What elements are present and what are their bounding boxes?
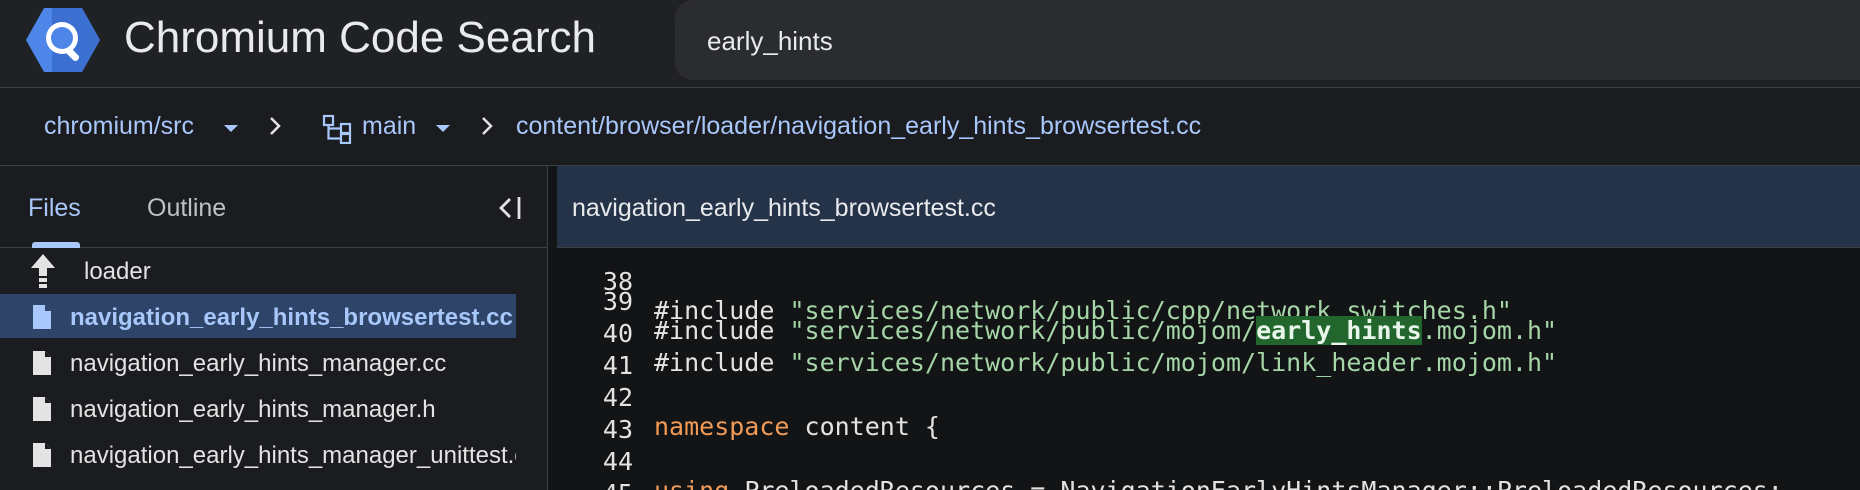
collapse-sidebar-icon[interactable] — [496, 194, 524, 222]
branch-selector[interactable]: main — [362, 112, 416, 141]
editor-tab-title: navigation_early_hints_browsertest.cc — [572, 194, 996, 222]
repo-selector[interactable]: chromium/src — [44, 112, 194, 141]
search-input[interactable] — [705, 20, 1609, 62]
app-title[interactable]: Chromium Code Search — [124, 16, 596, 60]
chevron-right-icon — [482, 117, 493, 135]
sidebar-scrollbar[interactable] — [516, 248, 546, 490]
code-view[interactable]: 38 #include "services/network/public/cpp… — [557, 248, 1860, 490]
app-header: Chromium Code Search — [0, 0, 1860, 88]
search-box[interactable] — [675, 0, 1860, 80]
file-item-manager-unittest[interactable]: navigation_early_hints_manager_unittest.… — [0, 432, 516, 476]
file-path-link[interactable]: content/browser/loader/navigation_early_… — [516, 112, 1201, 141]
code-line: 41 — [557, 322, 1860, 380]
code-line: 40 #include "services/network/public/moj… — [557, 290, 1860, 377]
code-search-logo-icon[interactable] — [24, 4, 102, 76]
file-icon — [33, 397, 51, 421]
editor-tab[interactable]: navigation_early_hints_browsertest.cc — [557, 166, 1860, 248]
file-item-label: navigation_early_hints_manager.cc — [70, 350, 447, 377]
code-line: 39 #include "services/network/public/moj… — [557, 258, 1860, 345]
file-item-manager-h[interactable]: navigation_early_hints_manager.h — [0, 386, 516, 430]
parent-folder-item[interactable]: loader — [0, 248, 516, 292]
file-item-label: navigation_early_hints_manager_unittest.… — [70, 442, 516, 469]
branch-icon — [322, 114, 352, 144]
file-sidebar: Files Outline loader navigation_early_hi… — [0, 166, 548, 490]
file-icon — [33, 305, 51, 329]
breadcrumb: chromium/src main content/browser/loader… — [0, 88, 1860, 166]
file-item-label: navigation_early_hints_manager.h — [70, 396, 436, 423]
file-item-browsertest[interactable]: navigation_early_hints_browsertest.cc — [0, 294, 516, 338]
file-item-manager-cc[interactable]: navigation_early_hints_manager.cc — [0, 340, 516, 384]
code-line: 44 using PreloadedResources = Navigation… — [557, 418, 1860, 490]
up-arrow-icon — [31, 254, 55, 288]
tab-outline[interactable]: Outline — [147, 194, 226, 223]
code-editor: navigation_early_hints_browsertest.cc 38… — [557, 166, 1860, 490]
line-number[interactable]: 45 — [557, 479, 633, 490]
code-line: 43 — [557, 386, 1860, 444]
parent-folder-label: loader — [84, 258, 151, 285]
chevron-right-icon — [270, 117, 281, 135]
sidebar-tabs: Files Outline — [0, 166, 548, 248]
branch-dropdown-icon[interactable] — [436, 125, 450, 132]
file-list: loader navigation_early_hints_browsertes… — [0, 248, 548, 490]
file-icon — [33, 351, 51, 375]
tab-files[interactable]: Files — [28, 194, 81, 223]
repo-dropdown-icon[interactable] — [224, 125, 238, 132]
code-line: 45 — [557, 450, 1860, 490]
file-icon — [33, 443, 51, 467]
file-item-label: navigation_early_hints_browsertest.cc — [70, 304, 513, 331]
code-line: 42 namespace content { — [557, 354, 1860, 441]
